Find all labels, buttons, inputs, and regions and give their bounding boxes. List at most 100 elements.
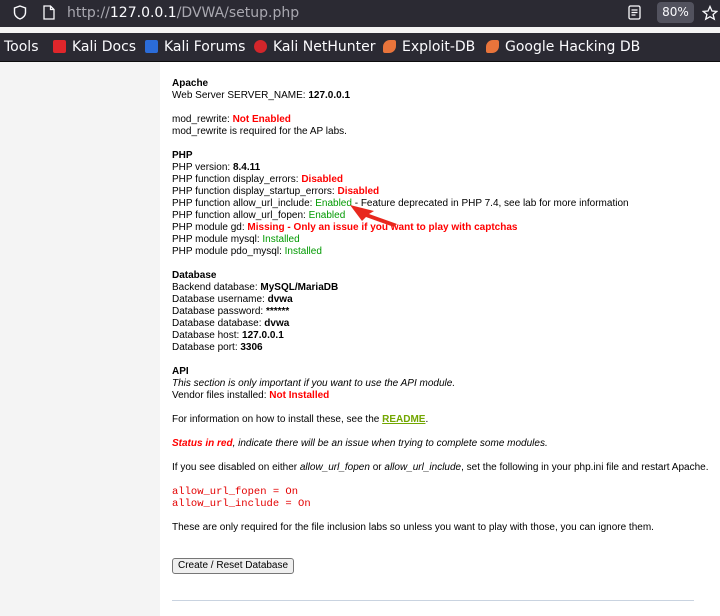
bookmark-label: Exploit-DB [402,39,476,55]
allow-url-include-label: PHP function allow_url_include: [172,198,316,209]
bookmark-label: Kali NetHunter [273,39,376,55]
inclusion-note: These are only required for the file inc… [172,522,654,533]
server-name-value: 127.0.0.1 [308,90,351,101]
display-errors-status: Disabled [301,174,344,185]
shield-icon[interactable] [12,5,28,21]
mod-rewrite-row: mod_rewrite: Not Enabled [172,114,712,126]
database-host-value: 127.0.0.1 [242,330,284,341]
zoom-indicator[interactable]: 80% [657,2,694,23]
api-heading: API [172,366,189,377]
status-legend: Status in red, indicate there will be an… [172,438,712,450]
bookmark-kali-docs[interactable]: Kali Docs [53,33,136,61]
php-version-label: PHP version: [172,162,233,173]
apache-heading: Apache [172,78,209,89]
backend-database-row: Backend database: MySQL/MariaDB [172,282,712,294]
api-note: This section is only important if you wa… [172,378,456,389]
allow-url-include-status: Enabled [315,198,352,209]
allow-url-include-row: PHP function allow_url_include: Enabled … [172,198,712,210]
database-heading: Database [172,270,217,281]
instructions-or: or [369,462,385,473]
kali-docs-icon [53,40,66,53]
url-path: /DVWA/setup.php [176,5,300,21]
display-errors-row: PHP function display_errors: Disabled [172,174,712,186]
google-hacking-db-icon [486,40,499,53]
vendor-files-row: Vendor files installed: Not Installed [172,390,712,402]
install-info: For information on how to install these,… [172,414,712,426]
server-name-label: Web Server SERVER_NAME: [172,90,309,101]
bookmark-label: Google Hacking DB [505,39,641,55]
bookmark-label: Tools [4,39,39,55]
instructions-suffix: , set the following in your php.ini file… [461,462,709,473]
setup-check-section: Apache Web Server SERVER_NAME: 127.0.0.1… [172,54,712,574]
divider [172,600,694,601]
mysql-module-label: PHP module mysql: [172,234,263,245]
backend-database-value: MySQL/MariaDB [260,282,339,293]
mod-rewrite-label: mod_rewrite: [172,114,233,125]
page-icon [41,5,57,21]
code-line-allow-url-include: allow_url_include = On [172,498,311,510]
kali-forums-icon [145,40,158,53]
instructions-prefix: If you see disabled on either [172,462,300,473]
backend-database-label: Backend database: [172,282,261,293]
install-info-prefix: For information on how to install these,… [172,414,383,425]
pdo-mysql-module-row: PHP module pdo_mysql: Installed [172,246,712,258]
database-password-row: Database password: ****** [172,306,712,318]
button-row: Create / Reset Database [172,558,712,574]
pdo-mysql-module-status: Installed [284,246,322,257]
allow-url-fopen-status: Enabled [308,210,346,221]
display-startup-errors-label: PHP function display_startup_errors: [172,186,338,197]
php-version-row: PHP version: 8.4.11 [172,162,712,174]
browser-toolbar: http://127.0.0.1/DVWA/setup.php 80% [0,0,720,27]
status-in-red-text: Status in red [172,438,233,449]
kali-nethunter-icon [254,40,267,53]
red-arrow-annotation [350,205,397,227]
database-host-row: Database host: 127.0.0.1 [172,330,712,342]
allow-url-include-term: allow_url_include [384,462,462,473]
display-startup-errors-row: PHP function display_startup_errors: Dis… [172,186,712,198]
address-bar[interactable]: http://127.0.0.1/DVWA/setup.php [67,4,299,22]
database-port-row: Database port: 3306 [172,342,712,354]
vendor-files-status: Not Installed [269,390,330,401]
allow-url-fopen-term: allow_url_fopen [299,462,370,473]
bookmark-label: Kali Docs [72,39,137,55]
database-port-value: 3306 [240,342,263,353]
allow-url-fopen-row: PHP function allow_url_fopen: Enabled [172,210,712,222]
vendor-files-label: Vendor files installed: [172,390,270,401]
gd-module-row: PHP module gd: Missing - Only an issue i… [172,222,712,234]
database-password-label: Database password: [172,306,266,317]
bookmark-tools[interactable]: Tools [4,33,39,61]
mod-rewrite-note: mod_rewrite is required for the AP labs. [172,126,347,137]
code-line-allow-url-fopen: allow_url_fopen = On [172,486,299,498]
server-name-row: Web Server SERVER_NAME: 127.0.0.1 [172,90,712,102]
database-name-row: Database database: dvwa [172,318,712,330]
exploit-db-icon [383,40,396,53]
display-errors-label: PHP function display_errors: [172,174,302,185]
php-version-value: 8.4.11 [232,162,261,173]
allow-url-fopen-label: PHP function allow_url_fopen: [172,210,309,221]
database-username-label: Database username: [172,294,268,305]
database-username-value: dvwa [267,294,293,305]
database-port-label: Database port: [172,342,241,353]
php-heading: PHP [172,150,193,161]
mysql-module-status: Installed [262,234,300,245]
install-info-suffix: . [425,414,429,425]
database-username-row: Database username: dvwa [172,294,712,306]
display-startup-errors-status: Disabled [337,186,380,197]
database-host-label: Database host: [172,330,243,341]
bookmark-star-icon[interactable] [701,4,719,21]
database-name-value: dvwa [264,318,290,329]
mysql-module-row: PHP module mysql: Installed [172,234,712,246]
bookmark-label: Kali Forums [164,39,246,55]
url-host: 127.0.0.1 [109,5,177,21]
readme-link[interactable]: README [382,414,425,425]
gd-module-label: PHP module gd: [172,222,248,233]
database-password-value: ****** [265,306,290,317]
url-scheme: http:// [67,5,110,21]
page-viewport: Apache Web Server SERVER_NAME: 127.0.0.1… [0,62,720,616]
create-reset-database-button[interactable]: Create / Reset Database [172,558,295,574]
reader-view-icon[interactable] [626,5,642,21]
database-name-label: Database database: [172,318,265,329]
status-legend-suffix: , indicate there will be an issue when t… [232,438,548,449]
mod-rewrite-status: Not Enabled [232,114,291,125]
php-ini-instructions: If you see disabled on either allow_url_… [172,462,712,474]
